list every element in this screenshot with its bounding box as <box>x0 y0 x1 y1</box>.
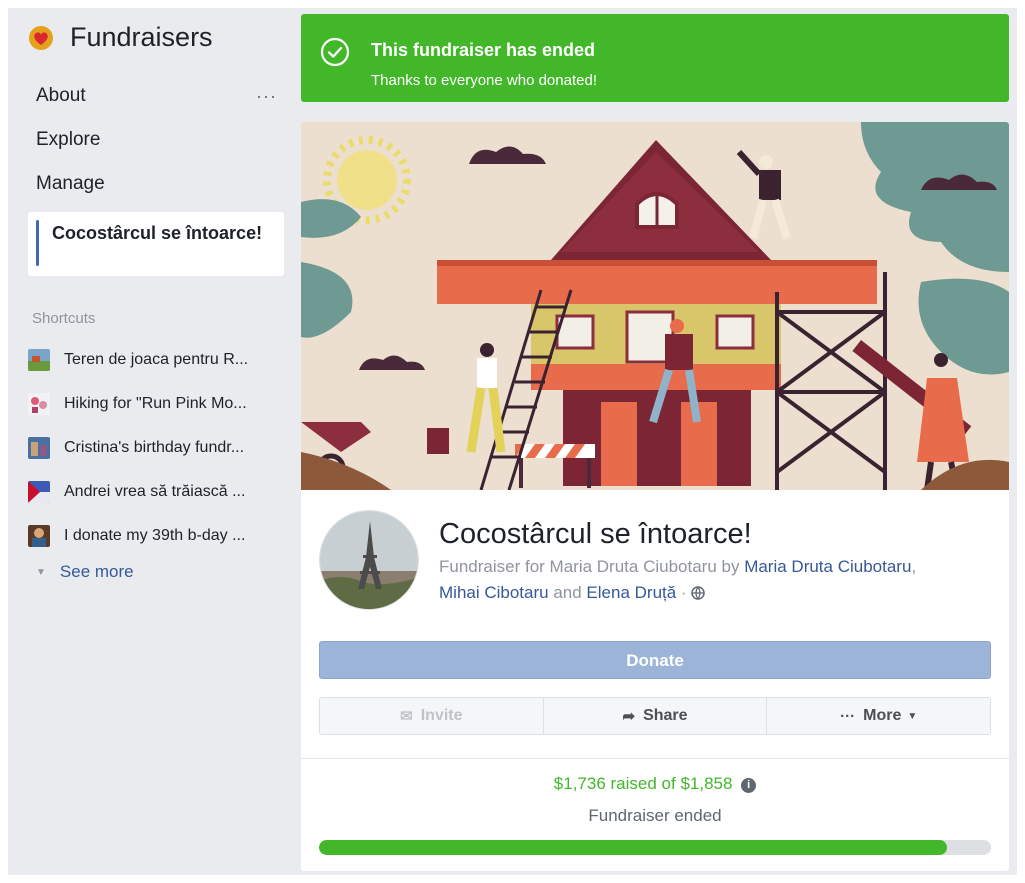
shortcut-label: Teren de joaca pentru R... <box>64 351 249 368</box>
hiking-thumbnail-icon <box>28 393 50 415</box>
info-icon[interactable]: i <box>741 778 757 793</box>
shortcut-label: Hiking for "Run Pink Mo... <box>64 395 247 412</box>
progress-fill <box>319 840 947 855</box>
shortcut-item[interactable]: Teren de joaca pentru R... <box>28 338 290 382</box>
shortcuts-heading: Shortcuts <box>32 310 96 327</box>
chevron-down-icon: ▼ <box>36 566 46 578</box>
shortcut-item[interactable]: Andrei vrea să trăiască ... <box>28 470 290 514</box>
see-more-label: See more <box>59 562 134 581</box>
organizer-link[interactable]: Maria Druta Ciubotaru <box>744 557 911 576</box>
sidebar-item-about[interactable]: About ··· <box>8 78 293 122</box>
sidebar-item-active-fundraiser[interactable]: Cocostârcul se întoarce! <box>28 212 284 276</box>
raised-text: $1,736 raised of $1,858 <box>553 774 733 793</box>
birthday-donation-thumbnail-icon <box>28 525 50 547</box>
eiffel-tower-photo <box>320 511 418 609</box>
more-options-icon[interactable]: ··· <box>256 78 277 114</box>
sidebar-item-label: Explore <box>36 129 101 150</box>
invite-button[interactable]: ✉ Invite <box>320 698 543 734</box>
progress-bar <box>319 840 991 855</box>
shortcut-item[interactable]: I donate my 39th b-day ... <box>28 514 290 558</box>
fundraiser-beneficiary: Fundraiser for Maria Druta Ciubotaru by <box>439 557 745 576</box>
sidebar: Fundraisers About ··· Explore Manage Coc… <box>8 8 293 875</box>
more-label: More <box>863 707 902 724</box>
banner-title: This fundraiser has ended <box>371 40 596 60</box>
chevron-down-icon: ▼ <box>907 710 918 722</box>
app-title: Fundraisers <box>70 22 213 52</box>
fundraiser-title: Cocostârcul se întoarce! <box>439 518 752 550</box>
shortcut-label: Andrei vrea să trăiască ... <box>64 483 246 500</box>
raised-amount: $1,736 raised of $1,858 i <box>301 774 1009 794</box>
fundraiser-subtitle: Fundraiser for Maria Druta Ciubotaru by … <box>439 554 959 607</box>
playground-thumbnail-icon <box>28 349 50 371</box>
organizer-link[interactable]: Elena Druță <box>586 583 676 602</box>
shortcuts-list: Teren de joaca pentru R... Hiking for "R… <box>28 338 290 558</box>
divider <box>301 758 1009 759</box>
organizer-link[interactable]: Mihai Cibotaru <box>439 583 549 602</box>
shortcut-item[interactable]: Cristina's birthday fundr... <box>28 426 290 470</box>
sidebar-nav: About ··· Explore Manage Cocostârcul se … <box>8 78 293 276</box>
more-button[interactable]: ··· More ▼ <box>766 698 990 734</box>
fundraiser-actions: ✉ Invite ➦ Share ··· More ▼ <box>319 697 991 735</box>
fundraiser-ended-banner: This fundraiser has ended Thanks to ever… <box>301 14 1009 102</box>
globe-icon <box>691 581 706 607</box>
shortcut-label: I donate my 39th b-day ... <box>64 527 246 544</box>
sidebar-header: Fundraisers <box>28 22 213 53</box>
fundraisers-heart-icon <box>29 25 53 50</box>
banner-subtitle: Thanks to everyone who donated! <box>371 72 597 89</box>
separator: and <box>548 583 587 602</box>
sidebar-item-label: Cocostârcul se întoarce! <box>52 223 263 243</box>
separator: , <box>911 557 917 576</box>
separator: · <box>676 583 692 602</box>
share-label: Share <box>643 707 688 724</box>
andrei-thumbnail-icon <box>28 481 50 503</box>
fundraiser-card: Cocostârcul se întoarce! Fundraiser for … <box>301 122 1009 871</box>
cover-photo <box>301 122 1009 490</box>
envelope-icon: ✉ <box>400 708 413 725</box>
donate-button[interactable]: Donate <box>319 641 991 679</box>
sidebar-item-manage[interactable]: Manage <box>8 166 293 210</box>
invite-label: Invite <box>420 707 463 724</box>
fundraiser-status: Fundraiser ended <box>588 806 722 825</box>
share-arrow-icon: ➦ <box>622 708 636 725</box>
sidebar-item-label: About <box>36 85 86 106</box>
fundraiser-profile-photo[interactable] <box>319 510 419 610</box>
birthday-thumbnail-icon <box>28 437 50 459</box>
shortcut-label: Cristina's birthday fundr... <box>64 439 245 456</box>
share-button[interactable]: ➦ Share <box>542 698 767 734</box>
app-window: Fundraisers About ··· Explore Manage Coc… <box>8 8 1017 875</box>
sidebar-item-explore[interactable]: Explore <box>8 122 293 166</box>
dots-icon: ··· <box>840 707 856 725</box>
see-more-link[interactable]: ▼ See more <box>36 562 134 582</box>
check-circle-icon <box>320 37 350 67</box>
sidebar-item-label: Manage <box>36 173 105 194</box>
shortcut-item[interactable]: Hiking for "Run Pink Mo... <box>28 382 290 426</box>
